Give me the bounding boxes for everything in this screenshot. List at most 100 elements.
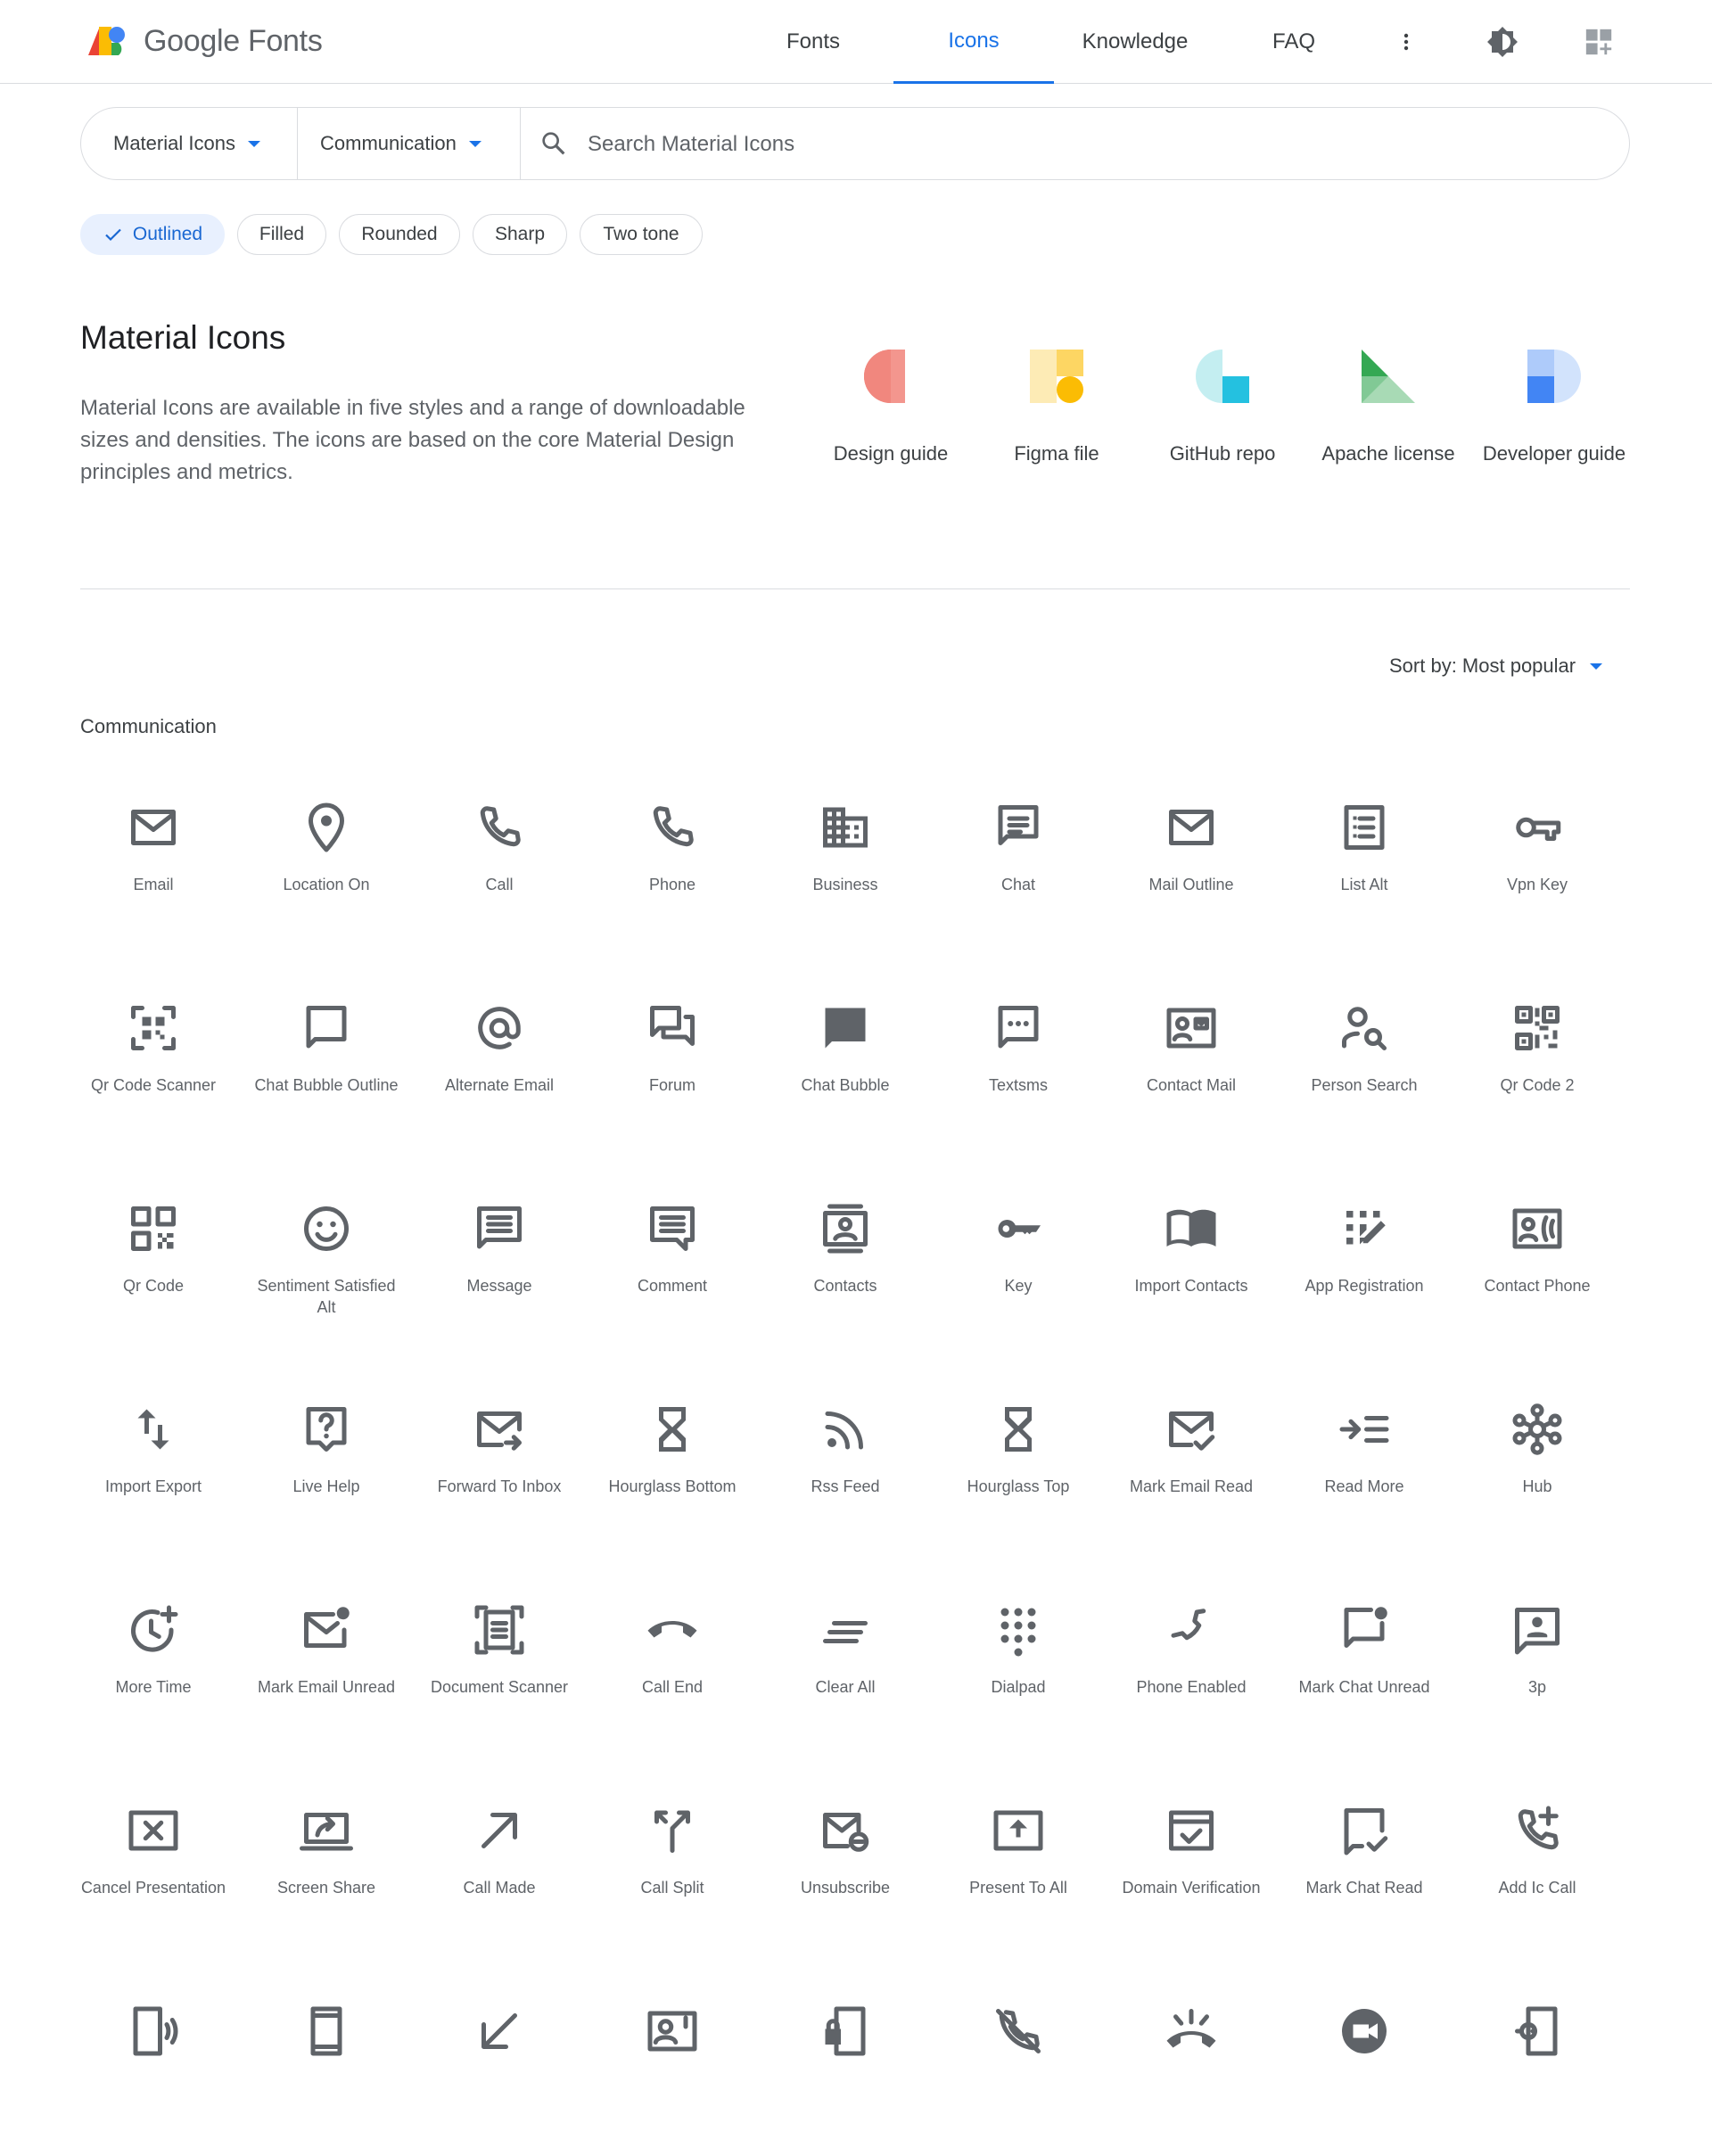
figma-file-link[interactable]: Figma file: [974, 348, 1140, 465]
icon-tile-import-export[interactable]: Import Export: [66, 1376, 241, 1554]
icon-tile-contacts[interactable]: Contacts: [758, 1175, 933, 1354]
github-logo-icon: [1196, 350, 1249, 403]
icon-tile-call-received[interactable]: [412, 1978, 587, 2156]
textsms-icon: [998, 1006, 1039, 1049]
icon-tile-sentiment-satisfied-alt[interactable]: Sentiment Satisfied Alt: [239, 1175, 414, 1354]
github-repo-link[interactable]: GitHub repo: [1140, 348, 1305, 465]
icon-tile-forward-to-inbox[interactable]: Forward To Inbox: [412, 1376, 587, 1554]
icon-tile-textsms[interactable]: Textsms: [931, 975, 1106, 1153]
more-vert-icon[interactable]: [1387, 23, 1425, 61]
icon-tile-duo[interactable]: [1277, 1978, 1452, 2156]
icon-tile-forum[interactable]: Forum: [585, 975, 760, 1153]
icon-label: Person Search: [1311, 1076, 1418, 1094]
icon-tile-key[interactable]: Key: [931, 1175, 1106, 1354]
resource-label: Design guide: [833, 442, 949, 465]
sort-dropdown[interactable]: Sort by: Most popular: [1389, 654, 1603, 678]
icon-label: Clear All: [815, 1678, 876, 1696]
search-bar: Material Icons Communication: [80, 107, 1630, 180]
icon-tile-hourglass-top[interactable]: Hourglass Top: [931, 1376, 1106, 1554]
icon-label: Alternate Email: [444, 1076, 555, 1094]
icon-tile-comment[interactable]: Comment: [585, 1175, 760, 1354]
icon-tile-dialpad[interactable]: Dialpad: [931, 1576, 1106, 1755]
icon-tile-import-contacts[interactable]: Import Contacts: [1104, 1175, 1279, 1354]
icon-label: Key: [1004, 1277, 1033, 1295]
icon-tile-app-registration[interactable]: App Registration: [1277, 1175, 1452, 1354]
icon-tile-chat-bubble[interactable]: Chat Bubble: [758, 975, 933, 1153]
icon-tile-mark-chat-unread[interactable]: Mark Chat Unread: [1277, 1576, 1452, 1755]
icon-tile-document-scanner[interactable]: Document Scanner: [412, 1576, 587, 1755]
icon-tile-read-more[interactable]: Read More: [1277, 1376, 1452, 1554]
style-chip-rounded[interactable]: Rounded: [339, 214, 460, 255]
icon-tile-hourglass-bottom[interactable]: Hourglass Bottom: [585, 1376, 760, 1554]
icon-label: Call End: [641, 1678, 704, 1696]
icon-tile-phone-enabled[interactable]: Phone Enabled: [1104, 1576, 1279, 1755]
design-guide-link[interactable]: Design guide: [808, 348, 974, 465]
icon-tile-hub[interactable]: Hub: [1450, 1376, 1625, 1554]
icon-tile-rss-feed[interactable]: Rss Feed: [758, 1376, 933, 1554]
icon-tile-message[interactable]: Message: [412, 1175, 587, 1354]
icon-tile-unsubscribe[interactable]: Unsubscribe: [758, 1777, 933, 1955]
call-end-icon: [647, 1621, 697, 1638]
check-icon: [105, 228, 121, 242]
icon-set-dropdown[interactable]: Material Icons: [113, 108, 260, 179]
icon-tile-qr-code[interactable]: Qr Code: [66, 1175, 241, 1354]
icon-tile-3p[interactable]: 3p: [1450, 1576, 1625, 1755]
icon-tile-qr-code-scanner[interactable]: Qr Code Scanner: [66, 975, 241, 1153]
icon-label: Location On: [283, 876, 370, 893]
icon-tile-mail-outline[interactable]: Mail Outline: [1104, 774, 1279, 952]
icon-tile-phone-disabled[interactable]: [931, 1978, 1106, 2156]
icon-tile-chat[interactable]: Chat: [931, 774, 1106, 952]
style-chip-two-tone[interactable]: Two tone: [580, 214, 703, 255]
icon-tile-person-search[interactable]: Person Search: [1277, 975, 1452, 1153]
icon-tile-mark-email-read[interactable]: Mark Email Read: [1104, 1376, 1279, 1554]
icon-tile-email[interactable]: Email: [66, 774, 241, 952]
icon-tile-clear-all[interactable]: Clear All: [758, 1576, 933, 1755]
icon-tile-phonelink-setup[interactable]: [1450, 1978, 1625, 2156]
style-chip-filled[interactable]: Filled: [237, 214, 326, 255]
icon-tile-ring-volume[interactable]: [1104, 1978, 1279, 2156]
nav-knowledge[interactable]: Knowledge: [1070, 0, 1200, 84]
icon-tile-screen-share[interactable]: Screen Share: [239, 1777, 414, 1955]
icon-tile-contact-mail[interactable]: Contact Mail: [1104, 975, 1279, 1153]
google-fonts-logo[interactable]: Google Fonts: [86, 23, 323, 59]
icon-tile-qr-code-2[interactable]: Qr Code 2: [1450, 975, 1625, 1153]
apache-license-link[interactable]: Apache license: [1305, 348, 1471, 465]
icon-tile-present-to-all[interactable]: Present To All: [931, 1777, 1106, 1955]
icon-tile-call-split[interactable]: Call Split: [585, 1777, 760, 1955]
icon-tile-list-alt[interactable]: List Alt: [1277, 774, 1452, 952]
icon-tile-call[interactable]: Call: [412, 774, 587, 952]
style-chip-outlined[interactable]: Outlined: [80, 214, 225, 255]
business-icon: [823, 807, 868, 848]
icon-tile-contact-phone[interactable]: Contact Phone: [1450, 1175, 1625, 1354]
icon-tile-call-end[interactable]: Call End: [585, 1576, 760, 1755]
theme-toggle-icon[interactable]: [1484, 23, 1521, 61]
icon-tile-chat-bubble-outline[interactable]: Chat Bubble Outline: [239, 975, 414, 1153]
category-dropdown[interactable]: Communication: [320, 108, 482, 179]
chip-label: Filled: [259, 224, 305, 244]
nav-icons[interactable]: Icons: [893, 0, 1054, 84]
icon-tile-phonelink-lock[interactable]: [758, 1978, 933, 2156]
icon-tile-live-help[interactable]: Live Help: [239, 1376, 414, 1554]
icon-tile-call-made[interactable]: Call Made: [412, 1777, 587, 1955]
icon-tile-contact-emergency[interactable]: [585, 1978, 760, 2156]
icon-tile-phone[interactable]: Phone: [585, 774, 760, 952]
chip-label: Outlined: [132, 224, 203, 244]
apps-add-icon[interactable]: [1580, 23, 1617, 61]
icon-tile-mark-chat-read[interactable]: Mark Chat Read: [1277, 1777, 1452, 1955]
search-input[interactable]: [586, 124, 1588, 165]
icon-tile-vpn-key[interactable]: Vpn Key: [1450, 774, 1625, 952]
icon-tile-location-on[interactable]: Location On: [239, 774, 414, 952]
icon-tile-domain-verification[interactable]: Domain Verification: [1104, 1777, 1279, 1955]
icon-tile-more-time[interactable]: More Time: [66, 1576, 241, 1755]
nav-fonts[interactable]: Fonts: [763, 0, 863, 84]
developer-guide-link[interactable]: Developer guide: [1471, 348, 1637, 465]
icon-tile-phonelink-ring[interactable]: [66, 1978, 241, 2156]
icon-tile-stay-current-portrait[interactable]: [239, 1978, 414, 2156]
nav-faq[interactable]: FAQ: [1254, 0, 1334, 84]
icon-tile-alternate-email[interactable]: Alternate Email: [412, 975, 587, 1153]
icon-tile-cancel-presentation[interactable]: Cancel Presentation: [66, 1777, 241, 1955]
style-chip-sharp[interactable]: Sharp: [473, 214, 567, 255]
icon-tile-add-ic-call[interactable]: Add Ic Call: [1450, 1777, 1625, 1955]
icon-tile-business[interactable]: Business: [758, 774, 933, 952]
icon-tile-mark-email-unread[interactable]: Mark Email Unread: [239, 1576, 414, 1755]
